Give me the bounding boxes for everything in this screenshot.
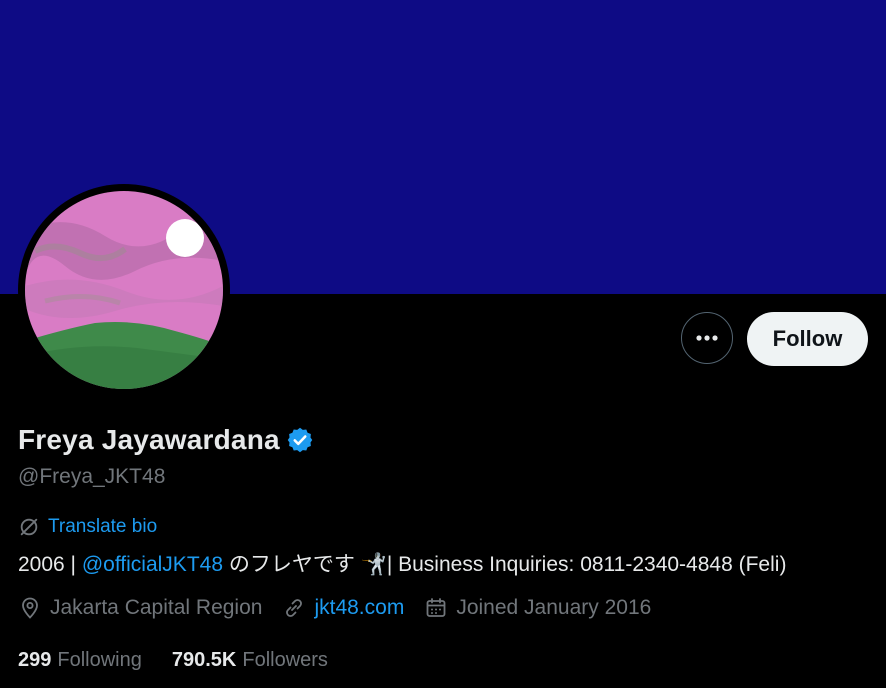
translate-bio-button[interactable]: Translate bio (18, 516, 157, 538)
followers-label: Followers (242, 649, 328, 671)
calendar-icon (426, 598, 446, 617)
bio-text: 2006 | @officialJKT48 のフレヤです 🤺| Business… (18, 548, 786, 578)
profile-stats: 299 Following 790.5K Followers (18, 649, 358, 672)
avatar-image (25, 191, 223, 389)
verified-badge-icon[interactable] (286, 426, 314, 454)
avatar[interactable] (25, 191, 223, 389)
profile-name-row: Freya Jayawardana (18, 424, 314, 456)
joined-item: Joined January 2016 (424, 596, 651, 620)
bio-prefix: 2006 | (18, 553, 82, 576)
location-item: Jakarta Capital Region (18, 596, 262, 620)
follow-button[interactable]: Follow (747, 312, 868, 366)
bio-mention-link[interactable]: @officialJKT48 (82, 553, 223, 576)
bio-suffix: のフレヤです 🤺| Business Inquiries: 0811-2340-… (223, 553, 787, 576)
more-options-button[interactable] (681, 312, 733, 364)
following-link[interactable]: 299 Following (18, 649, 142, 672)
ellipsis-icon (696, 335, 718, 341)
profile-meta: Jakarta Capital Region jkt48.com Joined … (18, 596, 671, 620)
location-pin-icon (22, 597, 38, 619)
link-icon (286, 599, 303, 617)
location-text: Jakarta Capital Region (50, 596, 263, 619)
followers-count: 790.5K (171, 649, 237, 671)
following-label: Following (57, 649, 142, 671)
translate-icon (20, 518, 38, 536)
followers-link[interactable]: 790.5K Followers (172, 649, 328, 672)
website-item[interactable]: jkt48.com (282, 596, 404, 620)
website-link[interactable]: jkt48.com (314, 596, 404, 620)
display-name: Freya Jayawardana (18, 424, 280, 455)
profile-handle: @Freya_JKT48 (18, 465, 166, 488)
joined-text: Joined January 2016 (456, 596, 652, 619)
translate-bio-label: Translate bio (48, 516, 158, 537)
following-count: 299 (18, 649, 52, 671)
